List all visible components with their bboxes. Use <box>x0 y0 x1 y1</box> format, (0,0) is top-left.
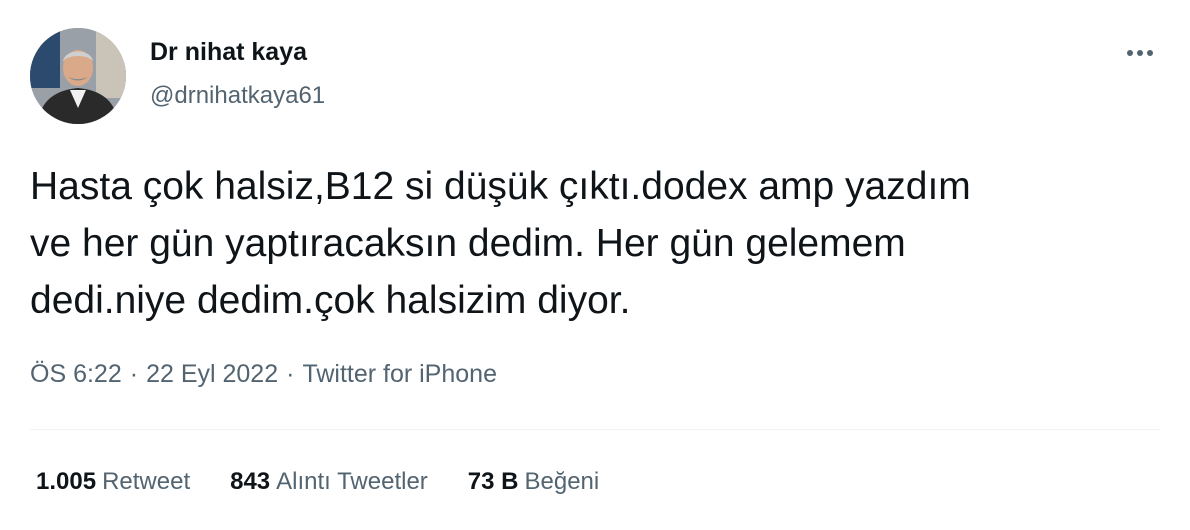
tweet-text: Hasta çok halsiz,B12 si düşük çıktı.dode… <box>30 165 971 322</box>
tweet-source[interactable]: Twitter for iPhone <box>302 360 497 388</box>
likes-stat[interactable]: 73 B Beğeni <box>468 468 599 496</box>
user-handle[interactable]: @drnihatkaya61 <box>150 82 325 110</box>
tweet-card: Dr nihat kaya @drnihatkaya61 Hasta çok h… <box>0 0 1190 530</box>
display-name[interactable]: Dr nihat kaya <box>150 38 307 67</box>
likes-label: Beğeni <box>524 468 600 495</box>
more-options-button[interactable] <box>1118 38 1162 68</box>
engagement-stats: 1.005 Retweet 843 Alıntı Tweetler 73 B Beğe… <box>36 468 639 496</box>
quote-tweets-label: Alıntı Tweetler <box>276 468 428 495</box>
retweets-stat[interactable]: 1.005 Retweet <box>36 468 190 496</box>
quote-tweets-count: 843 <box>230 468 271 495</box>
meta-separator: · <box>286 360 295 388</box>
retweets-count: 1.005 <box>36 468 97 495</box>
quote-tweets-stat[interactable]: 843 Alıntı Tweetler <box>230 468 428 496</box>
more-horizontal-icon <box>1127 50 1153 56</box>
divider <box>30 429 1160 430</box>
tweet-time[interactable]: ÖS 6:22 <box>30 360 122 388</box>
retweets-label: Retweet <box>102 468 191 495</box>
tweet-date[interactable]: 22 Eyl 2022 <box>146 360 278 388</box>
avatar[interactable] <box>30 28 126 124</box>
meta-separator: · <box>129 360 139 388</box>
avatar-image <box>30 28 126 124</box>
tweet-meta: ÖS 6:22 · 22 Eyl 2022 · Twitter for iPhone <box>30 360 497 389</box>
likes-count: 73 B <box>467 468 519 495</box>
